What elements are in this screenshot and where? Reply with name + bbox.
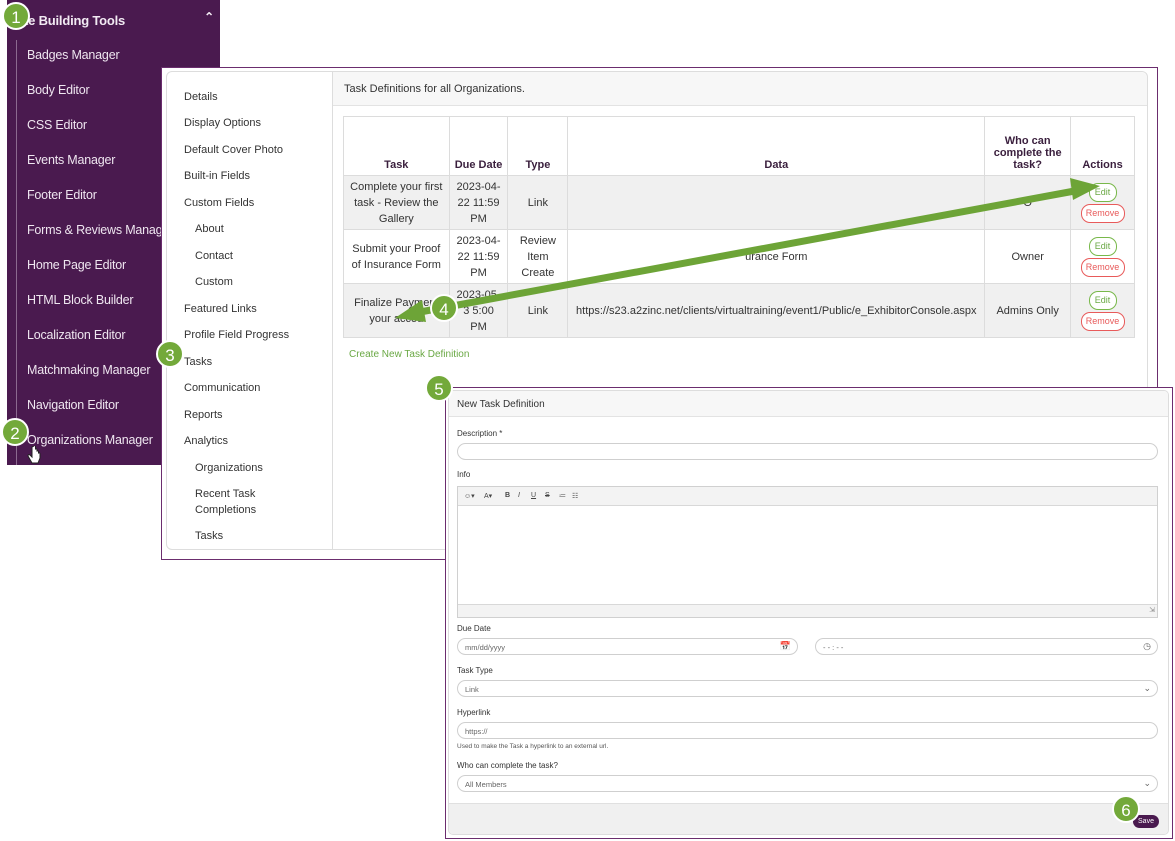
clock-icon[interactable]: ◷ (1143, 641, 1151, 652)
description-label: Description * (457, 429, 503, 438)
who-can-complete-label: Who can complete the task? (457, 761, 558, 770)
calendar-icon[interactable]: 📅 (780, 641, 791, 652)
task-type-select[interactable]: Link ⌄ (457, 680, 1158, 697)
editor-toolbar: ☺▾ A▾ B I U S ≔ ☷ (458, 487, 1157, 506)
form-footer: Save (449, 803, 1168, 834)
info-label: Info (457, 470, 471, 479)
date-placeholder: mm/dd/yyyy (465, 643, 506, 652)
step-badge-6: 6 (1112, 795, 1140, 823)
due-date-input[interactable]: mm/dd/yyyy 📅 (457, 638, 798, 655)
underline-icon[interactable]: U (531, 492, 536, 499)
hyperlink-input[interactable]: https:// (457, 722, 1158, 739)
due-time-input[interactable]: - - : - - ◷ (815, 638, 1158, 655)
description-input[interactable] (457, 443, 1158, 460)
who-can-complete-select[interactable]: All Members ⌄ (457, 775, 1158, 792)
time-placeholder: - - : - - (823, 643, 844, 652)
form-header: New Task Definition (449, 391, 1168, 417)
due-date-label: Due Date (457, 624, 491, 633)
step-badge-4: 4 (430, 294, 458, 322)
step-badge-1: 1 (2, 2, 30, 30)
step-badge-5: 5 (425, 374, 453, 402)
font-color-icon[interactable]: A▾ (484, 492, 492, 500)
editor-statusbar: ⇲ (458, 604, 1157, 617)
unordered-list-icon[interactable]: ☷ (572, 492, 578, 500)
chevron-down-icon: ⌄ (1143, 683, 1151, 693)
form-title: New Task Definition (457, 399, 545, 410)
info-rich-text-editor[interactable]: ☺▾ A▾ B I U S ≔ ☷ ⇲ (457, 486, 1158, 618)
who-value: All Members (465, 780, 507, 789)
emoji-icon[interactable]: ☺▾ (464, 492, 475, 500)
bold-icon[interactable]: B (505, 492, 510, 499)
new-task-definition-form: New Task Definition Description * Info ☺… (445, 387, 1173, 839)
resize-handle-icon[interactable]: ⇲ (1149, 606, 1155, 614)
italic-icon[interactable]: I (518, 492, 520, 499)
hyperlink-hint: Used to make the Task a hyperlink to an … (457, 743, 609, 750)
chevron-down-icon: ⌄ (1143, 778, 1151, 788)
task-type-label: Task Type (457, 666, 493, 675)
step-badge-2: 2 (1, 418, 29, 446)
step-badge-3: 3 (156, 340, 184, 368)
ordered-list-icon[interactable]: ≔ (559, 492, 566, 500)
task-type-value: Link (465, 685, 479, 694)
strikethrough-icon[interactable]: S (545, 492, 550, 499)
hyperlink-placeholder: https:// (465, 727, 488, 736)
hyperlink-label: Hyperlink (457, 708, 491, 717)
